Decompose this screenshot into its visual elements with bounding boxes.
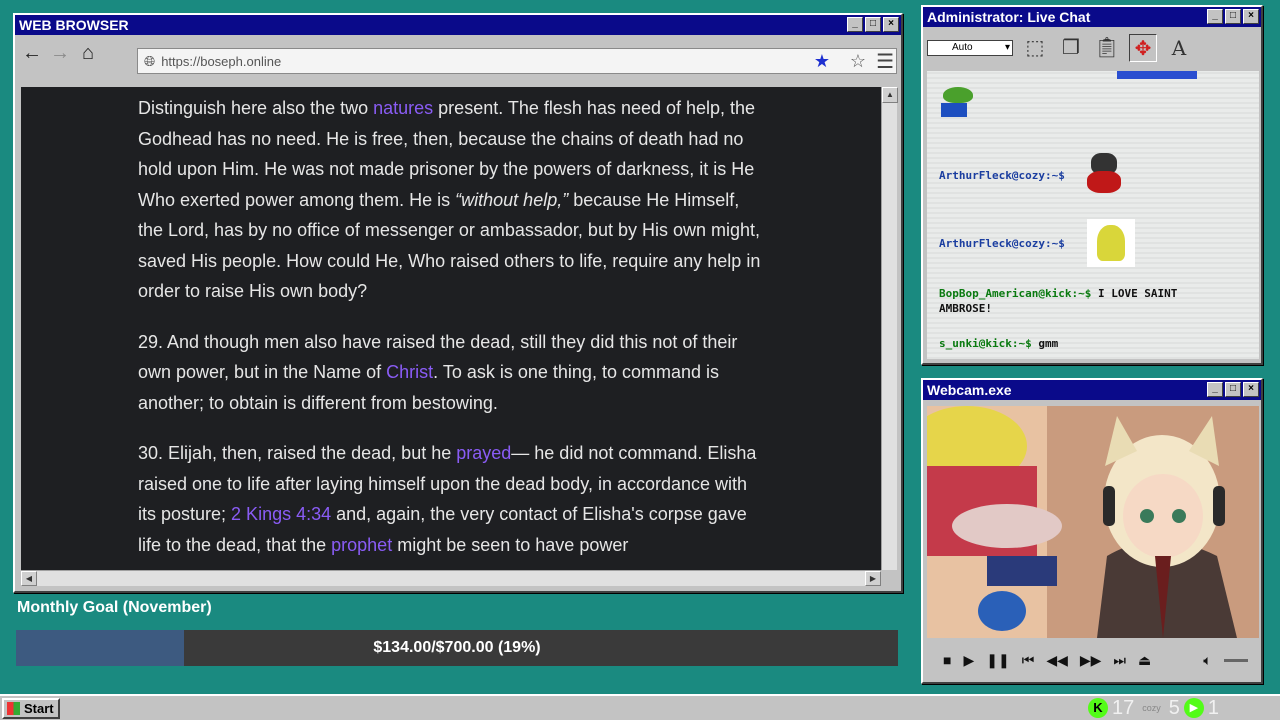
chat-line-2: ArthurFleck@cozy:~$ [939,237,1065,250]
kick-viewer-count: 17 [1112,696,1135,719]
goal-title: Monthly Goal (November) [17,599,212,616]
start-logo-icon [7,702,20,715]
scroll-right-arrow-icon[interactable]: ▶ [865,571,881,586]
chat-title: Administrator: Live Chat [927,9,1091,25]
maximize-button[interactable]: □ [865,17,881,32]
move-icon[interactable]: ✥ [1129,34,1157,62]
globe-icon: 🌐︎ [144,52,156,69]
webcam-title: Webcam.exe [927,382,1012,398]
pause-icon[interactable]: ❚❚ [986,652,1009,669]
paste-icon[interactable]: 📋︎ [1093,34,1121,62]
fast-forward-icon[interactable]: ▶▶ [1080,652,1102,669]
cozy-viewer-count: 5 [1168,696,1180,719]
media-controls: ■ ▶ ❚❚ ⏮ ◀◀ ▶▶ ⏭ ⏏ 🔈︎ [927,642,1259,678]
maximize-button[interactable]: □ [1225,9,1241,24]
minimize-button[interactable]: _ [1207,382,1223,397]
auto-select[interactable]: Auto [927,40,1013,56]
chat-line-3b: AMBROSE! [939,302,992,315]
volume-slider[interactable] [1223,658,1248,662]
article-link[interactable]: prayed [456,443,511,463]
article-link[interactable]: 2 Kings 4:34 [231,504,331,524]
skip-back-icon[interactable]: ⏮ [1022,652,1035,669]
browser-title: WEB BROWSER [19,17,129,33]
chat-window: Administrator: Live Chat _ □ × Auto ⬚ ❐ … [921,5,1263,365]
vertical-scrollbar[interactable]: ▲ [881,87,898,570]
article-link[interactable]: prophet [331,535,392,555]
sticker-emote-icon [1087,219,1135,267]
article-text: Distinguish here also the two [138,98,374,118]
start-button[interactable]: Start [2,698,60,719]
close-button[interactable]: × [1243,9,1259,24]
article-paragraph: 30. Elijah, then, raised the dead, but h… [138,438,768,560]
kick-icon[interactable]: K [1088,698,1108,718]
goal-progress-bar: $134.00/$700.00 (19%) [16,630,898,666]
stream-viewer-count: 1 [1207,696,1220,719]
article-link[interactable]: natures [373,98,433,118]
cozy-label: cozy [1142,703,1161,713]
back-icon[interactable]: ← [21,42,43,64]
emote-fragment-icon [1117,71,1197,79]
eject-icon[interactable]: ⏏ [1138,652,1151,669]
rewind-icon[interactable]: ◀◀ [1046,652,1068,669]
favorites-star-icon[interactable]: ☆ [850,51,866,72]
minimize-button[interactable]: _ [847,17,863,32]
chat-messages: ArthurFleck@cozy:~$ ArthurFleck@cozy:~$ … [927,71,1259,359]
horizontal-scrollbar[interactable]: ◀ ▶ [21,570,881,586]
webcam-feed [927,406,1259,638]
home-icon[interactable]: ⌂ [77,42,99,64]
webcam-window: Webcam.exe _ □ × ■ ▶ ❚❚ ⏮ ◀◀ ▶▶ ⏭ ⏏ 🔈︎ [921,378,1263,684]
address-bar[interactable]: 🌐︎ https://boseph.online ★ ☆ ☰ [137,48,897,74]
article-paragraph: 29. And though men also have raised the … [138,327,768,419]
webcam-titlebar[interactable]: Webcam.exe _ □ × [923,380,1261,400]
chat-line-1: ArthurFleck@cozy:~$ [939,169,1065,182]
system-tray: K 17 cozy 5 ▶ 1 [1088,696,1219,720]
browser-titlebar[interactable]: WEB BROWSER _ □ × [15,15,901,35]
article-text: 30. Elijah, then, raised the dead, but h… [138,443,457,463]
maximize-button[interactable]: □ [1225,382,1241,397]
bookmark-star-icon[interactable]: ★ [814,51,830,72]
copy-icon[interactable]: ❐ [1057,34,1085,62]
close-button[interactable]: × [1243,382,1259,397]
article-paragraph: Distinguish here also the two natures pr… [138,93,768,307]
taskbar: Start K 17 cozy 5 ▶ 1 [0,694,1280,720]
article-quote: “without help,” [455,189,569,210]
pepe-emote-icon [939,83,975,117]
play-icon[interactable]: ▶ [963,652,974,669]
article-link[interactable]: Christ [386,362,433,382]
scroll-up-arrow-icon[interactable]: ▲ [882,87,898,103]
stream-play-icon[interactable]: ▶ [1183,698,1204,718]
stop-icon[interactable]: ■ [943,652,951,668]
volume-icon[interactable]: 🔈︎ [1203,652,1211,669]
vtuber-avatar-image [927,406,1259,638]
select-rect-icon[interactable]: ⬚ [1021,34,1049,62]
url-text: https://boseph.online [161,53,282,69]
goal-progress-text: $134.00/$700.00 (19%) [373,639,541,656]
forward-icon[interactable]: → [49,42,71,64]
skip-forward-icon[interactable]: ⏭ [1113,652,1126,669]
page-content: Distinguish here also the two natures pr… [21,87,881,570]
text-tool-icon[interactable]: A [1165,34,1193,62]
menu-icon[interactable]: ☰ [876,49,894,74]
chat-line-4: s_unki@kick:~$ gmm [939,337,1059,350]
chat-titlebar[interactable]: Administrator: Live Chat _ □ × [923,7,1261,27]
minimize-button[interactable]: _ [1207,9,1223,24]
scroll-left-arrow-icon[interactable]: ◀ [21,571,37,586]
browser-window: WEB BROWSER _ □ × ← → ⌂ 🌐︎ https://bosep… [13,13,903,593]
chat-line-3: BopBop_American@kick:~$ I LOVE SAINT [939,287,1178,300]
character-emote-icon [1087,151,1121,195]
chat-toolbar: Auto ⬚ ❐ 📋︎ ✥ A [923,27,1261,69]
close-button[interactable]: × [883,17,899,32]
article-text: might be seen to have power [392,534,629,555]
